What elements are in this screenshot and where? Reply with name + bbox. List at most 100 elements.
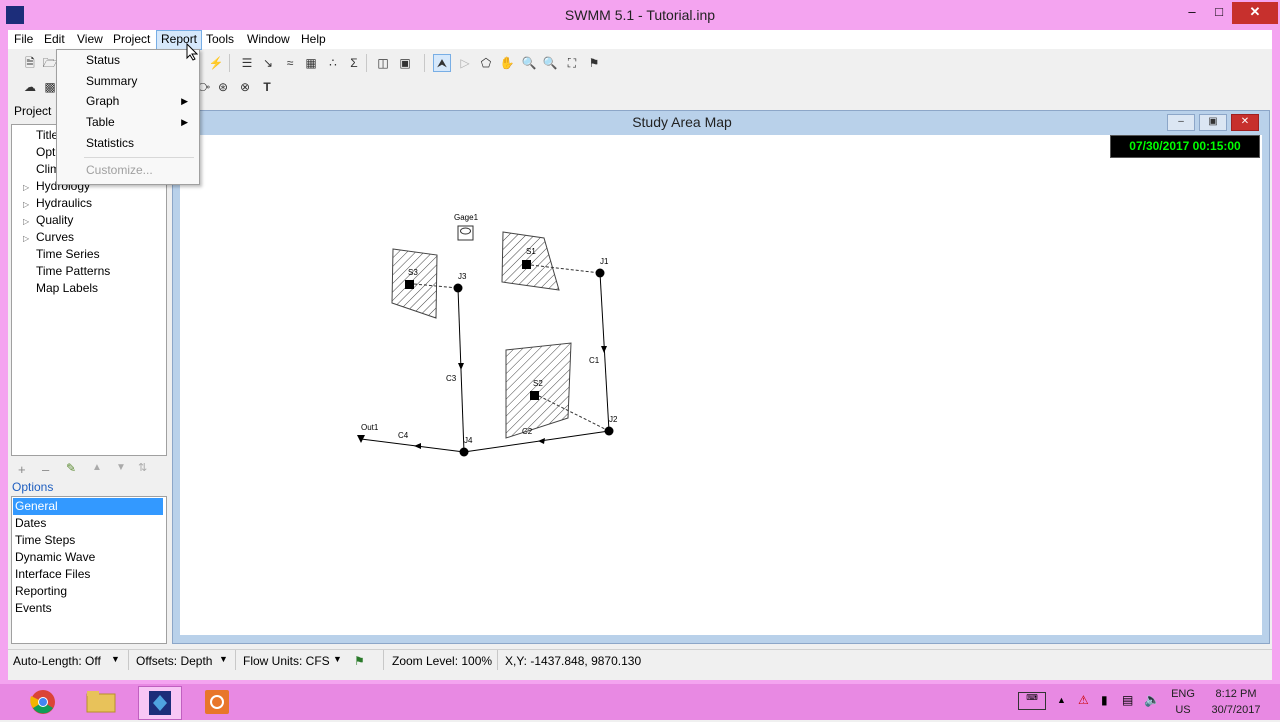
menu-window[interactable]: Window: [243, 31, 294, 49]
select-arrow-icon[interactable]: ⮝: [433, 54, 451, 72]
new-file-icon[interactable]: 🗎: [21, 54, 39, 72]
option-dynamic-wave[interactable]: Dynamic Wave: [13, 549, 163, 566]
junction-j4[interactable]: [459, 447, 469, 457]
chevron-down-icon[interactable]: ▼: [111, 654, 120, 664]
menu-tools[interactable]: Tools: [202, 31, 238, 49]
menu-view[interactable]: View: [73, 31, 107, 49]
conduit-c1[interactable]: [599, 272, 610, 432]
zoom-in-icon[interactable]: 🔍: [520, 54, 538, 72]
run-simulation-icon[interactable]: ⚡: [207, 54, 225, 72]
option-general[interactable]: General: [13, 498, 163, 515]
table-icon[interactable]: ▦: [302, 54, 320, 72]
menu-project[interactable]: Project: [109, 31, 154, 49]
conduit-c4[interactable]: [360, 438, 465, 453]
network-icon[interactable]: ▤: [1122, 693, 1133, 707]
weir-icon[interactable]: ⊗: [236, 78, 254, 96]
option-time-steps[interactable]: Time Steps: [13, 532, 163, 549]
show-hidden-icons-icon[interactable]: ▲: [1057, 695, 1066, 705]
label-j1: J1: [600, 257, 609, 266]
volume-icon[interactable]: 🔈: [1144, 692, 1160, 708]
clock-time[interactable]: 8:12 PM: [1203, 688, 1269, 700]
add-icon[interactable]: +: [18, 462, 26, 477]
auto-length-status[interactable]: Auto-Length: Off: [13, 654, 101, 668]
report-table-item[interactable]: Table ▶: [56, 112, 198, 132]
menu-file[interactable]: File: [10, 31, 37, 49]
minimize-icon[interactable]: –: [1180, 2, 1204, 24]
select-vertex-icon[interactable]: ▷: [456, 54, 474, 72]
tree-item-time-series[interactable]: Time Series: [36, 246, 100, 262]
offsets-status[interactable]: Offsets: Depth: [136, 654, 212, 668]
region-indicator[interactable]: US: [1166, 704, 1200, 716]
junction-j1[interactable]: [595, 268, 605, 278]
expand-icon[interactable]: ▷: [23, 234, 29, 243]
expand-icon[interactable]: ▷: [23, 183, 29, 192]
pump-icon[interactable]: ⊛: [214, 78, 232, 96]
pan-icon[interactable]: ✋: [498, 54, 516, 72]
expand-icon[interactable]: ▷: [23, 217, 29, 226]
tree-item-quality[interactable]: Quality: [36, 212, 73, 228]
edit-icon[interactable]: ✎: [66, 461, 76, 475]
map-close-icon[interactable]: ✕: [1231, 114, 1259, 131]
report-summary-item[interactable]: Summary: [56, 71, 198, 91]
subcatchment-s2[interactable]: [505, 342, 572, 439]
swmm-taskbar-icon[interactable]: [138, 686, 182, 720]
clock-date[interactable]: 30/7/2017: [1203, 704, 1269, 716]
rain-gage-icon[interactable]: ☁: [21, 78, 39, 96]
tree-item-time-patterns[interactable]: Time Patterns: [36, 263, 110, 279]
profile-plot-icon[interactable]: ↘: [259, 54, 277, 72]
keyboard-icon[interactable]: ⌨: [1018, 692, 1046, 710]
tree-item-title[interactable]: Title: [36, 127, 58, 143]
tree-item-curves[interactable]: Curves: [36, 229, 74, 245]
arrange-windows-icon[interactable]: ▣: [396, 54, 414, 72]
report-graph-label: Graph: [86, 94, 120, 108]
time-series-plot-icon[interactable]: ≈: [281, 54, 299, 72]
report-status-item[interactable]: Status: [56, 50, 198, 70]
tree-item-map-labels[interactable]: Map Labels: [36, 280, 98, 296]
network-alert-icon[interactable]: ⚠: [1078, 693, 1089, 707]
map-label-icon[interactable]: T: [258, 78, 276, 96]
move-up-icon[interactable]: ▲: [92, 462, 102, 473]
chevron-down-icon[interactable]: ▼: [333, 654, 342, 664]
label-j3: J3: [458, 272, 467, 281]
report-graph-item[interactable]: Graph ▶: [56, 91, 198, 111]
presentation-app-icon[interactable]: [196, 686, 238, 718]
select-region-icon[interactable]: ⬠: [477, 54, 495, 72]
map-restore-icon[interactable]: ▣: [1199, 114, 1227, 131]
network-map[interactable]: Gage1 S1 S2 S3 J1 J2 J3 J4 Out1 C1 C2 C3…: [340, 200, 640, 470]
option-interface-files[interactable]: Interface Files: [13, 566, 163, 583]
file-explorer-icon[interactable]: [80, 686, 122, 718]
flow-units-status[interactable]: Flow Units: CFS: [243, 654, 330, 668]
project-tab[interactable]: Project: [14, 104, 51, 118]
chevron-down-icon[interactable]: ▼: [219, 654, 228, 664]
chrome-icon[interactable]: [22, 686, 64, 718]
subcatchment-s3[interactable]: [391, 248, 438, 319]
full-extent-icon[interactable]: ⛶: [563, 54, 581, 72]
expand-icon[interactable]: ▷: [23, 200, 29, 209]
menu-help[interactable]: Help: [297, 31, 330, 49]
junction-j2[interactable]: [604, 426, 614, 436]
option-reporting[interactable]: Reporting: [13, 583, 163, 600]
delete-icon[interactable]: –: [42, 462, 49, 477]
report-customize-item[interactable]: Customize...: [56, 160, 198, 180]
power-icon[interactable]: ▮: [1101, 693, 1108, 707]
report-statistics-item[interactable]: Statistics: [56, 133, 198, 153]
maximize-icon[interactable]: □: [1207, 2, 1231, 24]
close-icon[interactable]: ✕: [1232, 2, 1278, 24]
conduit-c2[interactable]: [463, 430, 610, 453]
menu-edit[interactable]: Edit: [40, 31, 69, 49]
language-indicator[interactable]: ENG: [1166, 688, 1200, 700]
tree-item-hydraulics[interactable]: Hydraulics: [36, 195, 92, 211]
query-icon[interactable]: ⚑: [585, 54, 603, 72]
statistics-icon[interactable]: Σ: [345, 54, 363, 72]
zoom-out-icon[interactable]: 🔍: [541, 54, 559, 72]
report-status-icon[interactable]: ☰: [238, 54, 256, 72]
option-dates[interactable]: Dates: [13, 515, 163, 532]
junction-j3[interactable]: [453, 283, 463, 293]
scatter-plot-icon[interactable]: ∴: [324, 54, 342, 72]
move-down-icon[interactable]: ▼: [116, 462, 126, 473]
sort-icon[interactable]: ⇅: [138, 461, 147, 474]
tree-item-options[interactable]: Opt: [36, 144, 55, 160]
map-minimize-icon[interactable]: –: [1167, 114, 1195, 131]
copy-icon[interactable]: ◫: [374, 54, 392, 72]
option-events[interactable]: Events: [13, 600, 163, 617]
